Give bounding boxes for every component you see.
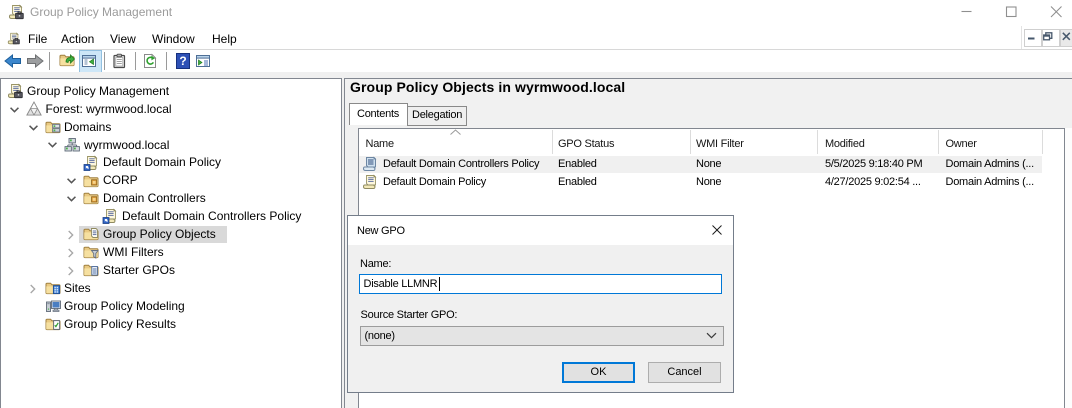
svg-text:?: ? (179, 54, 186, 68)
